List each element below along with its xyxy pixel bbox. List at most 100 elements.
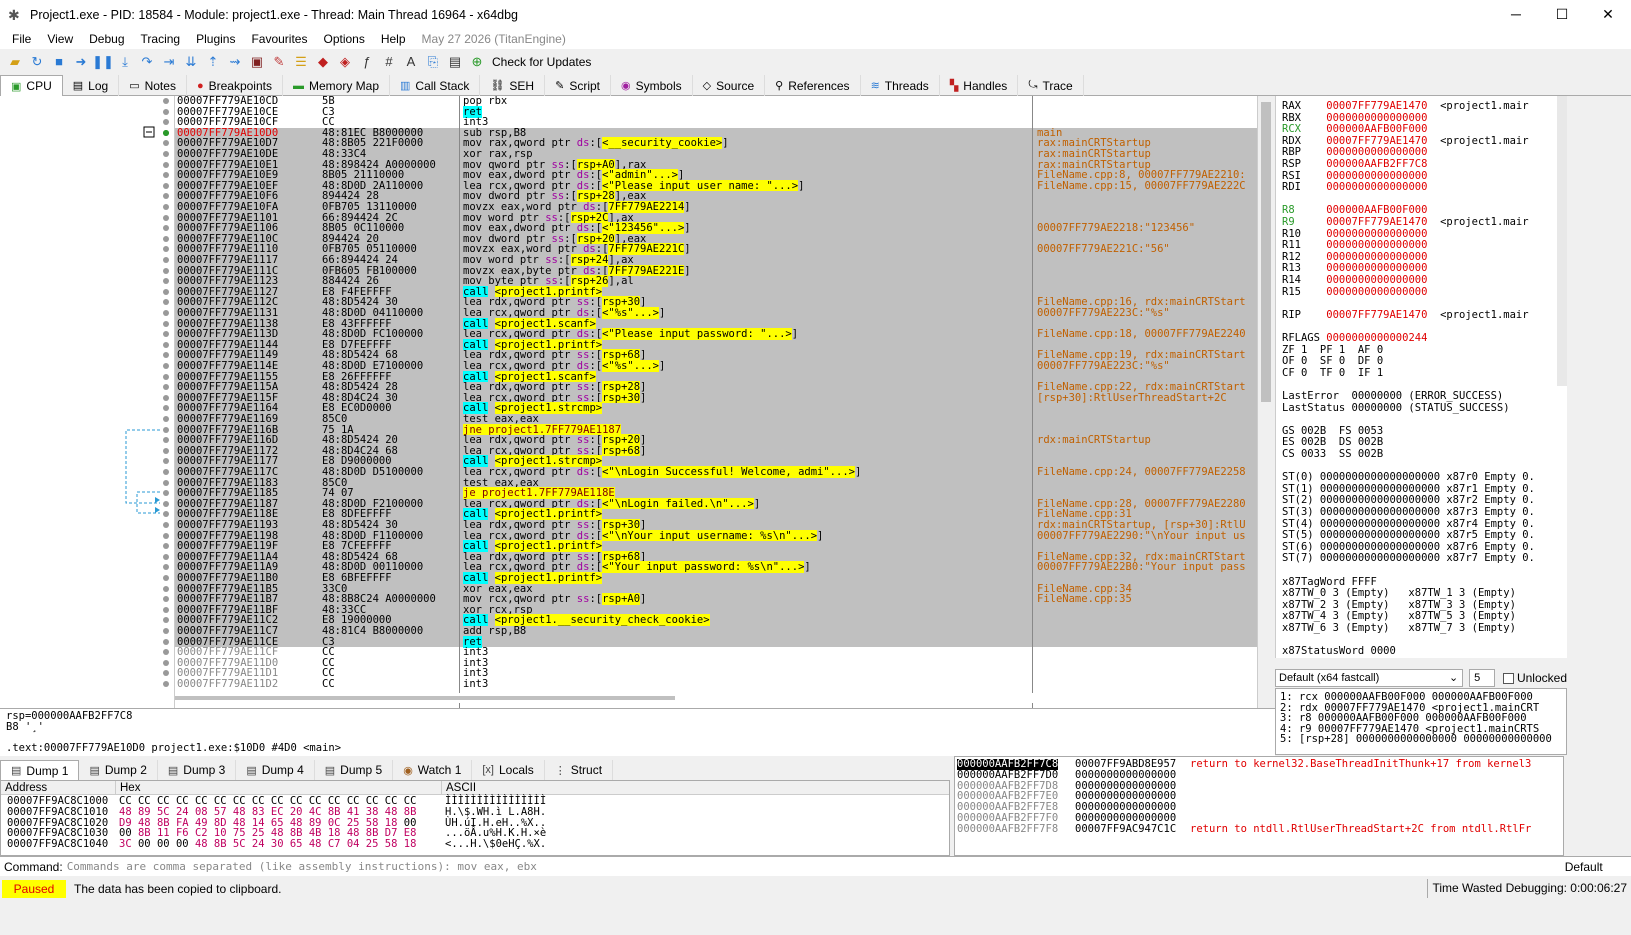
hex-header[interactable]: Hex [115, 781, 441, 795]
stack-address[interactable]: 000000AAFB2FF7D0 [957, 770, 1058, 781]
instruction-address[interactable]: 00007FF779AE114E [177, 361, 278, 372]
disasm-row[interactable]: 00007FF779AE11CE C3 ret [175, 635, 1260, 648]
tab-watch-1[interactable]: ◉ Watch 1 [393, 760, 473, 780]
breakpoint-dot[interactable] [163, 288, 169, 295]
stack-row[interactable]: 000000AAFB2FF7F8 00007FF9AC947C1C return t… [955, 824, 1563, 835]
disasm-row[interactable]: 00007FF779AE10CE C3 ret [175, 105, 1260, 118]
stack-row[interactable]: 000000AAFB2FF7D0 0000000000000000 [955, 770, 1563, 781]
register-r14[interactable]: R14 0000000000000000 [1282, 274, 1440, 286]
unlocked-checkbox[interactable]: Unlocked [1502, 671, 1567, 685]
x87-tag-row[interactable]: x87TW_4 3 (Empty) x87TW_5 3 (Empty) [1282, 610, 1516, 622]
register-r9[interactable]: R9 00007FF779AE1470 <project1.mair [1282, 216, 1529, 228]
fpu-register-row[interactable]: ST(6) 0000000000000000000 x87r6 Empty 0. [1282, 541, 1535, 553]
breakpoint-dot[interactable] [163, 606, 169, 613]
stack-address[interactable]: 000000AAFB2FF7C8 [957, 759, 1059, 770]
flags-row[interactable]: ZF 1 PF 1 AF 0 [1282, 344, 1383, 356]
tab-breakpoints[interactable]: ● Breakpoints [187, 75, 283, 96]
x87-tag-row[interactable]: x87TW_2 3 (Empty) x87TW_3 3 (Empty) [1282, 599, 1516, 611]
breakpoint-dot[interactable] [163, 363, 169, 369]
scylla-icon[interactable]: ▣ [248, 53, 266, 71]
restart-icon[interactable]: ↻ [28, 53, 46, 71]
fpu-register-row[interactable]: ST(4) 0000000000000000000 x87r4 Empty 0. [1282, 518, 1535, 530]
maximize-button[interactable]: ☐ [1539, 0, 1585, 29]
pause-icon[interactable]: ❚❚ [92, 53, 114, 71]
disasm-row[interactable]: 00007FF779AE1131 48:8D0D 04110000 lea rcx,… [175, 307, 1260, 319]
stack-row[interactable]: 000000AAFB2FF7F0 0000000000000000 [955, 813, 1563, 824]
disasm-row[interactable]: 00007FF779AE1169 85C0 test eax,eax [175, 414, 1260, 425]
disasm-row[interactable]: 00007FF779AE11D2 CC int3 [175, 679, 1260, 690]
breakpoint-dot[interactable] [163, 426, 169, 433]
breakpoint-dot[interactable] [163, 681, 169, 687]
instruction-address[interactable]: 00007FF779AE11B0 [177, 573, 278, 584]
x87-tag-row[interactable]: x87TW_0 3 (Empty) x87TW_1 3 (Empty) [1282, 587, 1516, 599]
breakpoint-dot[interactable] [163, 628, 169, 634]
trace-into-icon[interactable]: ⇥ [160, 53, 178, 71]
dump-ascii[interactable]: ÌÌÌÌÌÌÌÌÌÌÌÌÌÌÌÌ [445, 796, 546, 807]
menu-view[interactable]: View [39, 32, 81, 46]
menu-file[interactable]: File [4, 32, 39, 46]
segment-row[interactable]: GS 002B FS 0053 [1282, 425, 1383, 437]
instruction-address[interactable]: 00007FF779AE10CD [177, 96, 278, 107]
register-rflags[interactable]: RFLAGS 0000000000000244 [1282, 332, 1440, 344]
instruction-address[interactable]: 00007FF779AE1131 [177, 308, 278, 319]
breakpoint-dot[interactable] [163, 235, 169, 242]
breakpoint-dot[interactable] [163, 469, 169, 475]
breakpoint-dot[interactable] [163, 267, 169, 274]
command-mode-select[interactable]: Default [1565, 860, 1603, 874]
breakpoint-dot[interactable] [163, 204, 169, 210]
register-r10[interactable]: R10 0000000000000000 [1282, 228, 1440, 240]
disasm-row[interactable]: 00007FF779AE11D0 CC int3 [175, 658, 1260, 669]
register-r8[interactable]: R8 000000AAFB00F000 [1282, 204, 1440, 216]
instruction-address[interactable]: 00007FF779AE11D2 [177, 679, 278, 690]
dump-address[interactable]: 00007FF9AC8C1010 [7, 807, 108, 818]
breakpoint-dot[interactable] [163, 479, 169, 486]
disassembly-hscrollbar[interactable] [175, 693, 1257, 703]
tab-handles[interactable]: ▚ Handles [940, 75, 1019, 96]
command-input[interactable]: Commands are comma separated (like assem… [67, 860, 1507, 873]
argument-row[interactable]: 5: [rsp+28] 0000000000000000 00000000000… [1280, 734, 1552, 745]
stack-view[interactable]: 000000AAFB2FF7C8 00007FF9ABD8E957 return t… [954, 756, 1564, 856]
tab-script[interactable]: ✎ Script [545, 75, 611, 96]
breakpoint-dot[interactable] [163, 320, 169, 327]
step-into-icon[interactable]: ⤓ [116, 53, 134, 71]
arg-count-spinner[interactable]: 5 [1469, 669, 1495, 687]
breakpoint-dot[interactable] [163, 447, 169, 454]
instruction-address[interactable]: 00007FF779AE1169 [177, 414, 278, 425]
disasm-row[interactable]: 00007FF779AE11D1 CC int3 [175, 668, 1260, 679]
comment-icon[interactable]: ☰ [292, 53, 310, 71]
stack-row[interactable]: 000000AAFB2FF7C8 00007FF9ABD8E957 return t… [955, 759, 1563, 770]
menu-debug[interactable]: Debug [81, 32, 132, 46]
tab-trace[interactable]: ⤿ Trace [1018, 75, 1084, 96]
disasm-row[interactable]: 00007FF779AE10DE 48:33C4 xor rax,rsp rax:ma… [175, 149, 1260, 160]
calculator-icon[interactable]: ▤ [446, 53, 464, 71]
registers-panel[interactable]: RAX 00007FF779AE1470 <project1.mair RBX 0… [1275, 96, 1567, 658]
stack-address[interactable]: 000000AAFB2FF7F0 [957, 813, 1058, 824]
flags-row[interactable]: OF 0 SF 0 DF 0 [1282, 355, 1383, 367]
tab-source[interactable]: ◇ Source [693, 75, 766, 96]
disasm-row[interactable]: 00007FF779AE1117 66:894424 24 mov word ptr… [175, 254, 1260, 266]
check-for-updates-button[interactable]: Check for Updates [492, 55, 591, 69]
breakpoint-dot[interactable] [163, 214, 169, 221]
instruction-address[interactable]: 00007FF779AE1193 [177, 520, 278, 531]
instruction-address[interactable]: 00007FF779AE10DE [177, 149, 278, 160]
ascii-header[interactable]: ASCII [441, 781, 949, 795]
dump-address[interactable]: 00007FF9AC8C1000 [7, 796, 108, 807]
stack-address[interactable]: 000000AAFB2FF7F8 [957, 824, 1058, 835]
tab-dump-3[interactable]: ▤ Dump 3 [158, 760, 237, 780]
register-rsp[interactable]: RSP 000000AAFB2FF7C8 [1282, 158, 1440, 170]
breakpoint-dot[interactable] [163, 129, 169, 136]
x87-tag-row[interactable]: x87TW_6 3 (Empty) x87TW_7 3 (Empty) [1282, 622, 1516, 634]
instruction-address[interactable]: 00007FF779AE10FA [177, 202, 278, 213]
last-error-row[interactable]: LastStatus 00000000 (STATUS_SUCCESS) [1282, 402, 1510, 414]
disasm-row[interactable]: 00007FF779AE117C 48:8D0D D5100000 lea rcx,… [175, 466, 1260, 478]
register-rax[interactable]: RAX 00007FF779AE1470 <project1.mair [1282, 100, 1529, 112]
tab-dump-1[interactable]: ▤ Dump 1 [0, 760, 80, 780]
disasm-row[interactable]: 00007FF779AE10CD 5B pop rbx [175, 96, 1260, 107]
argument-row[interactable]: 1: rcx 000000AAFB00F000 000000AAFB00F000 [1280, 692, 1533, 703]
arguments-panel[interactable]: 1: rcx 000000AAFB00F000 000000AAFB00F000… [1275, 688, 1567, 755]
tab-seh[interactable]: ⛓ SEH [480, 75, 546, 96]
menu-options[interactable]: Options [315, 32, 372, 46]
close-button[interactable]: ✕ [1585, 0, 1631, 29]
run-icon[interactable]: ➜ [72, 53, 90, 71]
breakpoint-dot[interactable] [163, 638, 169, 645]
